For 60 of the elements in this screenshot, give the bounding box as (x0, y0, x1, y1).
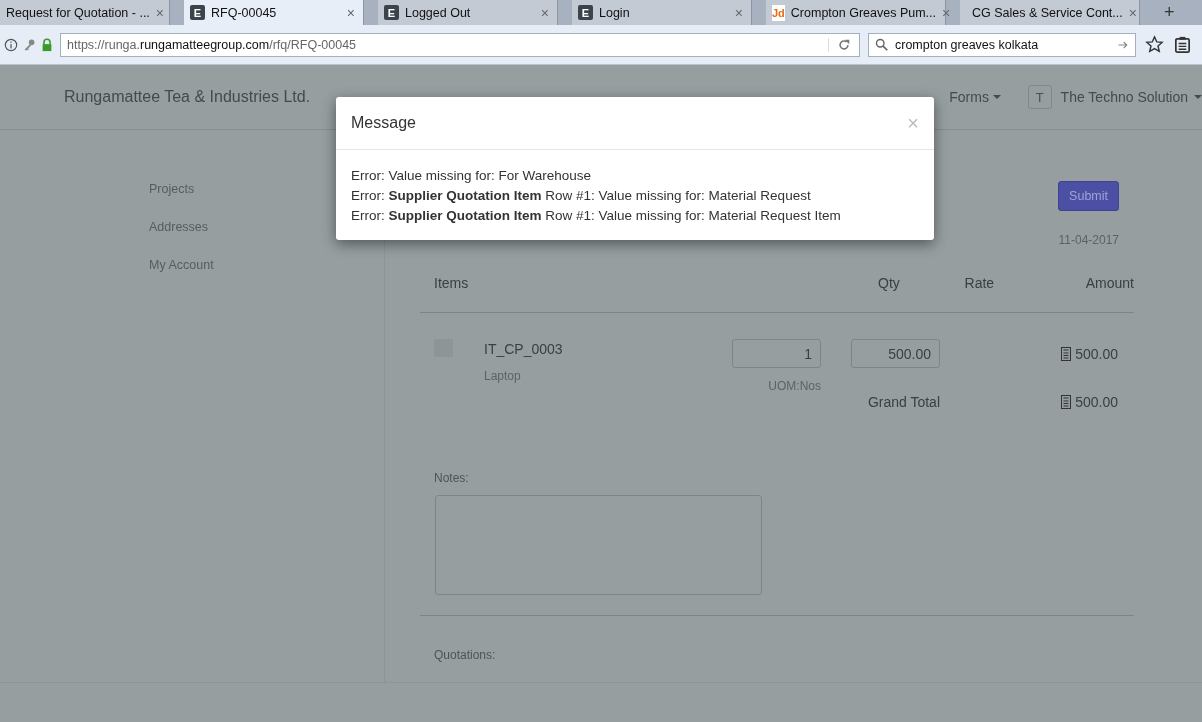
item-code: IT_CP_0003 (484, 341, 564, 357)
column-header: Rate (963, 275, 995, 291)
dialog-title: Message (351, 114, 416, 132)
info-icon[interactable] (4, 37, 18, 52)
tab-close-button[interactable]: × (734, 4, 743, 21)
tab-close-button[interactable]: × (346, 4, 355, 21)
browser-tab[interactable]: E Login × (572, 0, 752, 25)
total-amount: 500.00 (1075, 393, 1118, 410)
tab-title: Crompton Greaves Pum... (790, 5, 937, 20)
favicon-icon: Jd (772, 4, 785, 21)
browser-tab[interactable]: E Logged Out × (378, 0, 558, 25)
tab-title: RFQ-00045 (211, 5, 278, 20)
amount-text: 500.00 (1075, 345, 1118, 362)
forms-menu[interactable]: Forms (949, 89, 1028, 105)
tab-close-button[interactable]: × (1128, 4, 1137, 21)
currency-icon (1061, 346, 1072, 361)
item-description: Laptop (484, 369, 522, 383)
new-tab-button[interactable]: + (1154, 0, 1185, 25)
tab-close-button[interactable]: × (540, 4, 549, 21)
user-avatar: T (1027, 85, 1052, 109)
tab-title: Request for Quotation - ... (6, 5, 150, 20)
search-icon (875, 37, 889, 52)
favicon-icon: E (190, 5, 205, 20)
search-field[interactable]: crompton greaves kolkata (868, 32, 1136, 57)
reload-icon[interactable] (828, 37, 851, 52)
date-text: 11-04-2017 (1058, 233, 1119, 247)
column-header: Qty (877, 275, 900, 291)
uom-text: UOM:Nos (768, 379, 821, 393)
user-menu[interactable]: The Techno Solution (1060, 89, 1202, 105)
favicon-icon: E (384, 5, 399, 20)
qty-input[interactable]: 1 (732, 339, 821, 368)
tab-title: CG Sales & Service Cont... (972, 5, 1123, 20)
star-icon[interactable] (1145, 35, 1164, 54)
browser-tab[interactable]: Request for Quotation - ... × (0, 0, 170, 25)
column-header: Items (434, 275, 470, 291)
address-bar[interactable]: https://runga.rungamatteegroup.com/rfq/RFQ-00045 (60, 32, 860, 57)
grand-total-label: Grand Total (866, 392, 940, 412)
key-icon[interactable] (22, 37, 36, 52)
clipboard-icon[interactable] (1173, 35, 1192, 54)
rate-input[interactable]: 500.00 (851, 339, 940, 368)
browser-tab[interactable]: CG Sales & Service Cont... × (960, 0, 1140, 25)
tab-title: Login (599, 5, 631, 20)
currency-icon (1061, 394, 1072, 409)
tab-close-button[interactable]: × (155, 4, 164, 21)
sidebar-item[interactable]: My Account (149, 258, 384, 272)
url-text: https://runga.rungamatteegroup.com/rfq/RFQ-00045 (67, 37, 358, 52)
notes-field[interactable] (435, 495, 762, 595)
error-message: Error: Value missing for: For Warehouse (351, 167, 593, 185)
error-message: Error: Supplier Quotation Item Row #1: Value missing for: Material Request (351, 187, 812, 205)
favicon-icon: E (578, 5, 593, 20)
error-message: Error: Supplier Quotation Item Row #1: Value missing for: Material Request Item (351, 207, 842, 225)
submit-button[interactable]: Submit (1058, 181, 1119, 211)
notes-label: Notes: (434, 471, 470, 485)
tab-title: Logged Out (405, 5, 472, 20)
search-text: crompton greaves kolkata (895, 37, 1040, 52)
browser-tab[interactable]: E RFQ-00045 × (184, 0, 364, 25)
close-button[interactable]: × (907, 111, 919, 135)
column-header: Amount (1084, 275, 1134, 291)
lock-icon (40, 37, 54, 52)
quotations-label: Quotations: (434, 648, 497, 662)
